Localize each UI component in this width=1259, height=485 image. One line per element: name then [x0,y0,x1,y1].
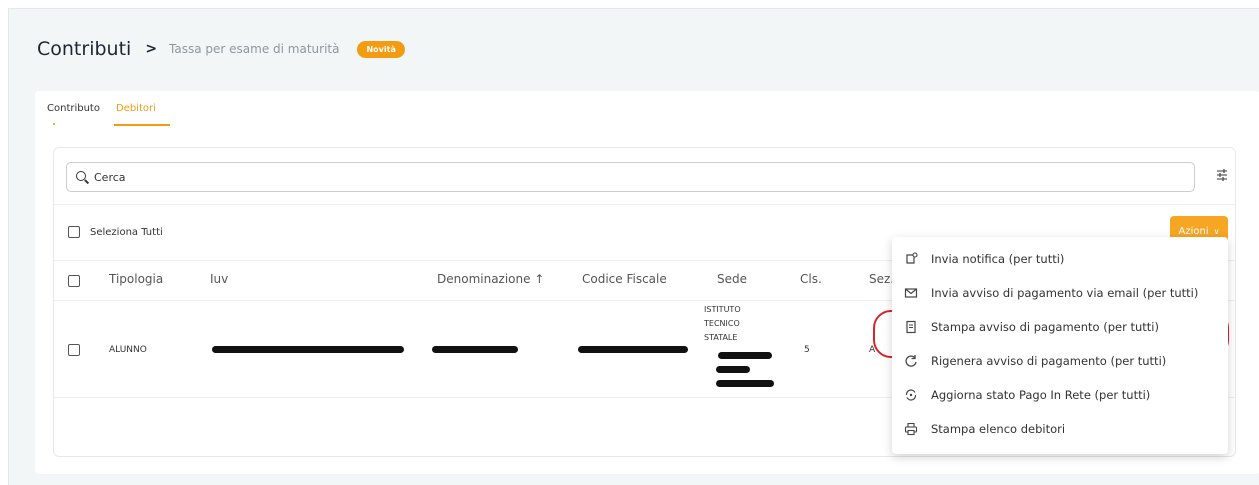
cell-cls: 5 [804,345,810,355]
tab-indicator-dot [53,123,55,125]
redacted-sede [716,380,774,387]
column-header-sez[interactable]: Sez. [869,272,894,286]
column-header-sede[interactable]: Sede [717,272,747,286]
tab-debitori[interactable]: Debitori [113,103,170,126]
cell-sede: ISTITUTO TECNICO STATALE [704,303,764,345]
breadcrumb[interactable]: Tassa per esame di maturità [169,42,339,56]
sede-line: TECNICO [704,319,740,328]
tab-label: Contributo [47,103,100,114]
select-all-checkbox[interactable] [68,226,80,238]
search-box [66,162,1195,192]
menu-item-aggiorna-stato[interactable]: Aggiorna stato Pago In Rete (per tutti) [892,378,1228,412]
row-checkbox[interactable] [68,344,80,356]
redacted-iuv [212,346,404,353]
printer-icon [904,422,918,436]
menu-item-invia-notifica[interactable]: Invia notifica (per tutti) [892,242,1228,276]
select-all-label: Seleziona Tutti [90,226,163,238]
actions-dropdown-menu: Invia notifica (per tutti) Invia avviso … [892,237,1228,454]
actions-button-label: Azioni [1178,225,1209,237]
page-title: Contributi [37,38,132,60]
redacted-sede [716,366,750,373]
header-checkbox[interactable] [68,275,80,287]
menu-item-label: Rigenera avviso di pagamento (per tutti) [931,354,1167,368]
menu-item-label: Invia notifica (per tutti) [931,252,1065,266]
cell-tipologia: ALUNNO [109,345,147,355]
menu-item-stampa-avviso[interactable]: Stampa avviso di pagamento (per tutti) [892,310,1228,344]
column-header-denominazione[interactable]: Denominazione ↑ [437,272,544,286]
filter-settings-icon[interactable] [1215,168,1229,182]
redacted-sede [718,352,772,359]
menu-item-rigenera-avviso[interactable]: Rigenera avviso di pagamento (per tutti) [892,344,1228,378]
column-header-iuv[interactable]: Iuv [210,272,228,286]
menu-item-label: Stampa avviso di pagamento (per tutti) [931,320,1159,334]
sede-line: STATALE [704,333,738,342]
tab-contributo[interactable]: Contributo [47,103,100,126]
tab-bar: Contributo Debitori [47,103,186,126]
tab-label: Debitori [115,103,156,114]
menu-item-label: Invia avviso di pagamento via email (per… [931,286,1199,300]
column-header-tipologia[interactable]: Tipologia [109,272,163,286]
sync-icon [905,389,917,401]
refresh-icon [905,355,917,367]
menu-item-label: Stampa elenco debitori [931,422,1066,436]
page-header: Contributi > Tassa per esame di maturità… [37,36,405,62]
column-header-codice-fiscale[interactable]: Codice Fiscale [582,272,667,286]
sede-line: ISTITUTO [704,305,741,314]
search-icon [75,170,90,185]
select-all[interactable]: Seleziona Tutti [68,226,163,238]
search-input[interactable] [94,170,394,184]
divider [54,204,1235,205]
menu-item-invia-avviso-email[interactable]: Invia avviso di pagamento via email (per… [892,276,1228,310]
document-icon [906,320,916,334]
mail-icon [904,288,918,298]
redacted-denominazione [432,346,518,353]
redacted-codice-fiscale [578,346,688,353]
column-header-cls[interactable]: Cls. [800,272,822,286]
chevron-right-icon: > [145,41,158,57]
new-badge: Novità [357,40,405,58]
menu-item-label: Aggiorna stato Pago In Rete (per tutti) [931,388,1151,402]
chevron-down-icon: ∨ [1213,226,1220,236]
menu-item-stampa-elenco[interactable]: Stampa elenco debitori [892,412,1228,446]
notification-bell-icon [906,252,918,264]
